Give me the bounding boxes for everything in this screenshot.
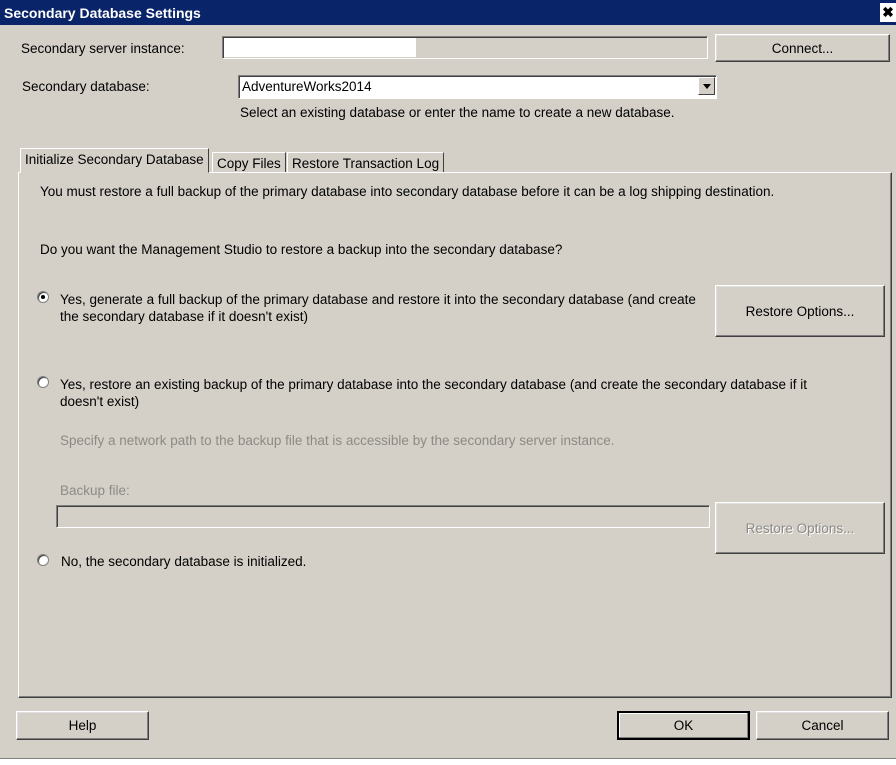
title-bar: Secondary Database Settings ✖ bbox=[0, 0, 896, 25]
radio-restore-existing-backup[interactable] bbox=[37, 376, 49, 388]
option-restore-existing-backup-line2: doesn't exist) bbox=[60, 394, 140, 409]
connect-button[interactable]: Connect... bbox=[715, 34, 890, 62]
restore-options-button-disabled[interactable]: Restore Options... bbox=[715, 502, 885, 554]
tab-copy-files[interactable]: Copy Files bbox=[212, 152, 286, 173]
option-restore-existing-backup-line1: Yes, restore an existing backup of the p… bbox=[60, 377, 807, 392]
option-database-initialized-label: No, the secondary database is initialize… bbox=[61, 554, 307, 569]
secondary-database-hint: Select an existing database or enter the… bbox=[240, 105, 675, 120]
secondary-database-label: Secondary database: bbox=[22, 79, 150, 94]
chevron-down-icon[interactable] bbox=[698, 77, 715, 95]
ok-button[interactable]: OK bbox=[617, 711, 750, 740]
server-instance-value bbox=[224, 38, 416, 57]
window-title: Secondary Database Settings bbox=[4, 5, 201, 21]
backup-path-hint: Specify a network path to the backup fil… bbox=[60, 433, 615, 448]
backup-file-input[interactable] bbox=[56, 505, 710, 528]
server-instance-field[interactable] bbox=[222, 36, 708, 59]
radio-database-initialized[interactable] bbox=[37, 554, 49, 566]
server-instance-label: Secondary server instance: bbox=[21, 41, 185, 56]
radio-generate-full-backup[interactable] bbox=[37, 291, 49, 303]
restore-question-text: Do you want the Management Studio to res… bbox=[40, 242, 563, 257]
bottom-edge bbox=[0, 758, 896, 765]
secondary-database-combobox[interactable]: AdventureWorks2014 bbox=[238, 75, 717, 99]
help-button[interactable]: Help bbox=[16, 711, 149, 740]
restore-intro-text: You must restore a full backup of the pr… bbox=[40, 184, 775, 199]
restore-options-button[interactable]: Restore Options... bbox=[715, 285, 885, 337]
option-generate-full-backup-line1: Yes, generate a full backup of the prima… bbox=[60, 292, 696, 307]
close-icon[interactable]: ✖ bbox=[880, 3, 896, 22]
cancel-button[interactable]: Cancel bbox=[756, 711, 889, 740]
tab-initialize-secondary-database[interactable]: Initialize Secondary Database bbox=[20, 148, 209, 173]
secondary-database-value: AdventureWorks2014 bbox=[242, 79, 372, 94]
option-generate-full-backup-line2: the secondary database if it doesn't exi… bbox=[60, 309, 308, 324]
backup-file-label: Backup file: bbox=[60, 483, 130, 498]
tab-restore-transaction-log[interactable]: Restore Transaction Log bbox=[287, 152, 445, 173]
